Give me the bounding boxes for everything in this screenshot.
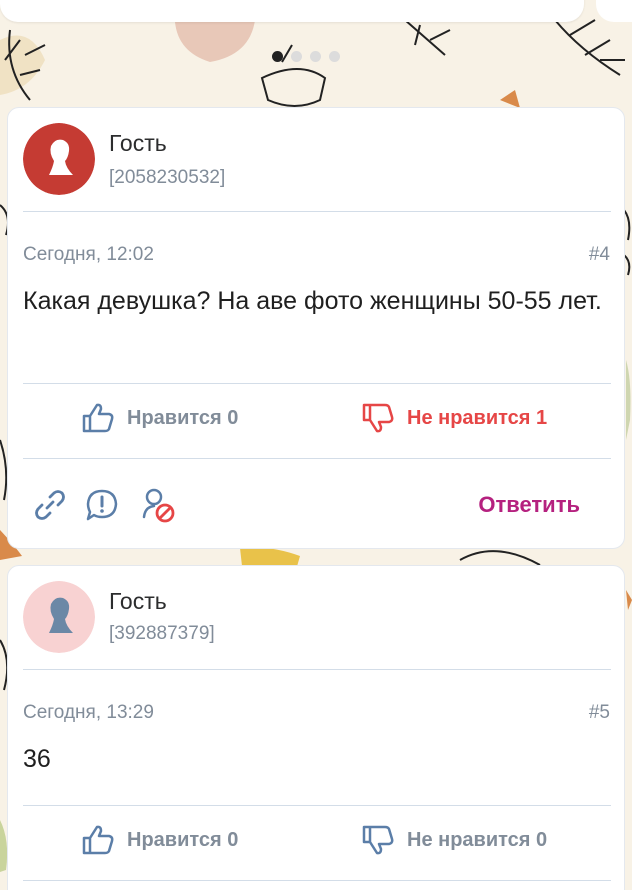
author-name[interactable]: Гость <box>109 130 167 157</box>
author-name[interactable]: Гость <box>109 588 167 615</box>
report-icon[interactable] <box>85 488 119 522</box>
carousel-pager <box>272 51 340 62</box>
author-id: [392887379] <box>109 623 215 644</box>
thumbs-down-icon <box>362 403 394 433</box>
link-icon[interactable] <box>33 488 67 522</box>
like-button[interactable]: Нравится 0 <box>81 402 238 434</box>
post-date: Сегодня, 13:29 <box>23 702 154 723</box>
post-text: Какая девушка? На аве фото женщины 50-55… <box>23 287 602 315</box>
dislike-button[interactable]: Не нравится 1 <box>361 402 547 434</box>
reply-button[interactable]: Ответить <box>478 492 580 518</box>
comment-card: Гость [2058230532] Сегодня, 12:02 #4 Как… <box>7 107 625 549</box>
top-bar <box>0 0 584 22</box>
divider <box>23 669 611 670</box>
post-text: 36 <box>23 745 51 773</box>
like-label: Нравится 0 <box>127 828 239 851</box>
author-id: [2058230532] <box>109 167 226 188</box>
thumbs-up-icon <box>82 825 114 855</box>
divider <box>23 458 611 459</box>
divider <box>23 880 611 881</box>
comment-card: Гость [392887379] Сегодня, 13:29 #5 36 Н… <box>7 565 625 890</box>
divider <box>23 211 611 212</box>
post-number[interactable]: #4 <box>589 244 610 266</box>
like-button[interactable]: Нравится 0 <box>81 824 238 856</box>
avatar[interactable] <box>23 123 95 195</box>
pager-dot[interactable] <box>329 51 340 62</box>
like-label: Нравится 0 <box>127 406 239 429</box>
pager-dot[interactable] <box>272 51 283 62</box>
pager-dot[interactable] <box>291 51 302 62</box>
dislike-label: Не нравится 1 <box>407 406 548 429</box>
thumbs-up-icon <box>82 403 114 433</box>
pager-dot[interactable] <box>310 51 321 62</box>
dislike-button[interactable]: Не нравится 0 <box>361 824 547 856</box>
dislike-label: Не нравится 0 <box>407 828 548 851</box>
divider <box>23 805 611 806</box>
avatar[interactable] <box>23 581 95 653</box>
guest-avatar-icon <box>23 581 95 653</box>
post-number[interactable]: #5 <box>589 702 610 724</box>
guest-avatar-icon <box>23 123 95 195</box>
divider <box>23 383 611 384</box>
post-date: Сегодня, 12:02 <box>23 244 154 265</box>
thumbs-down-icon <box>362 825 394 855</box>
block-user-icon[interactable] <box>140 486 176 524</box>
